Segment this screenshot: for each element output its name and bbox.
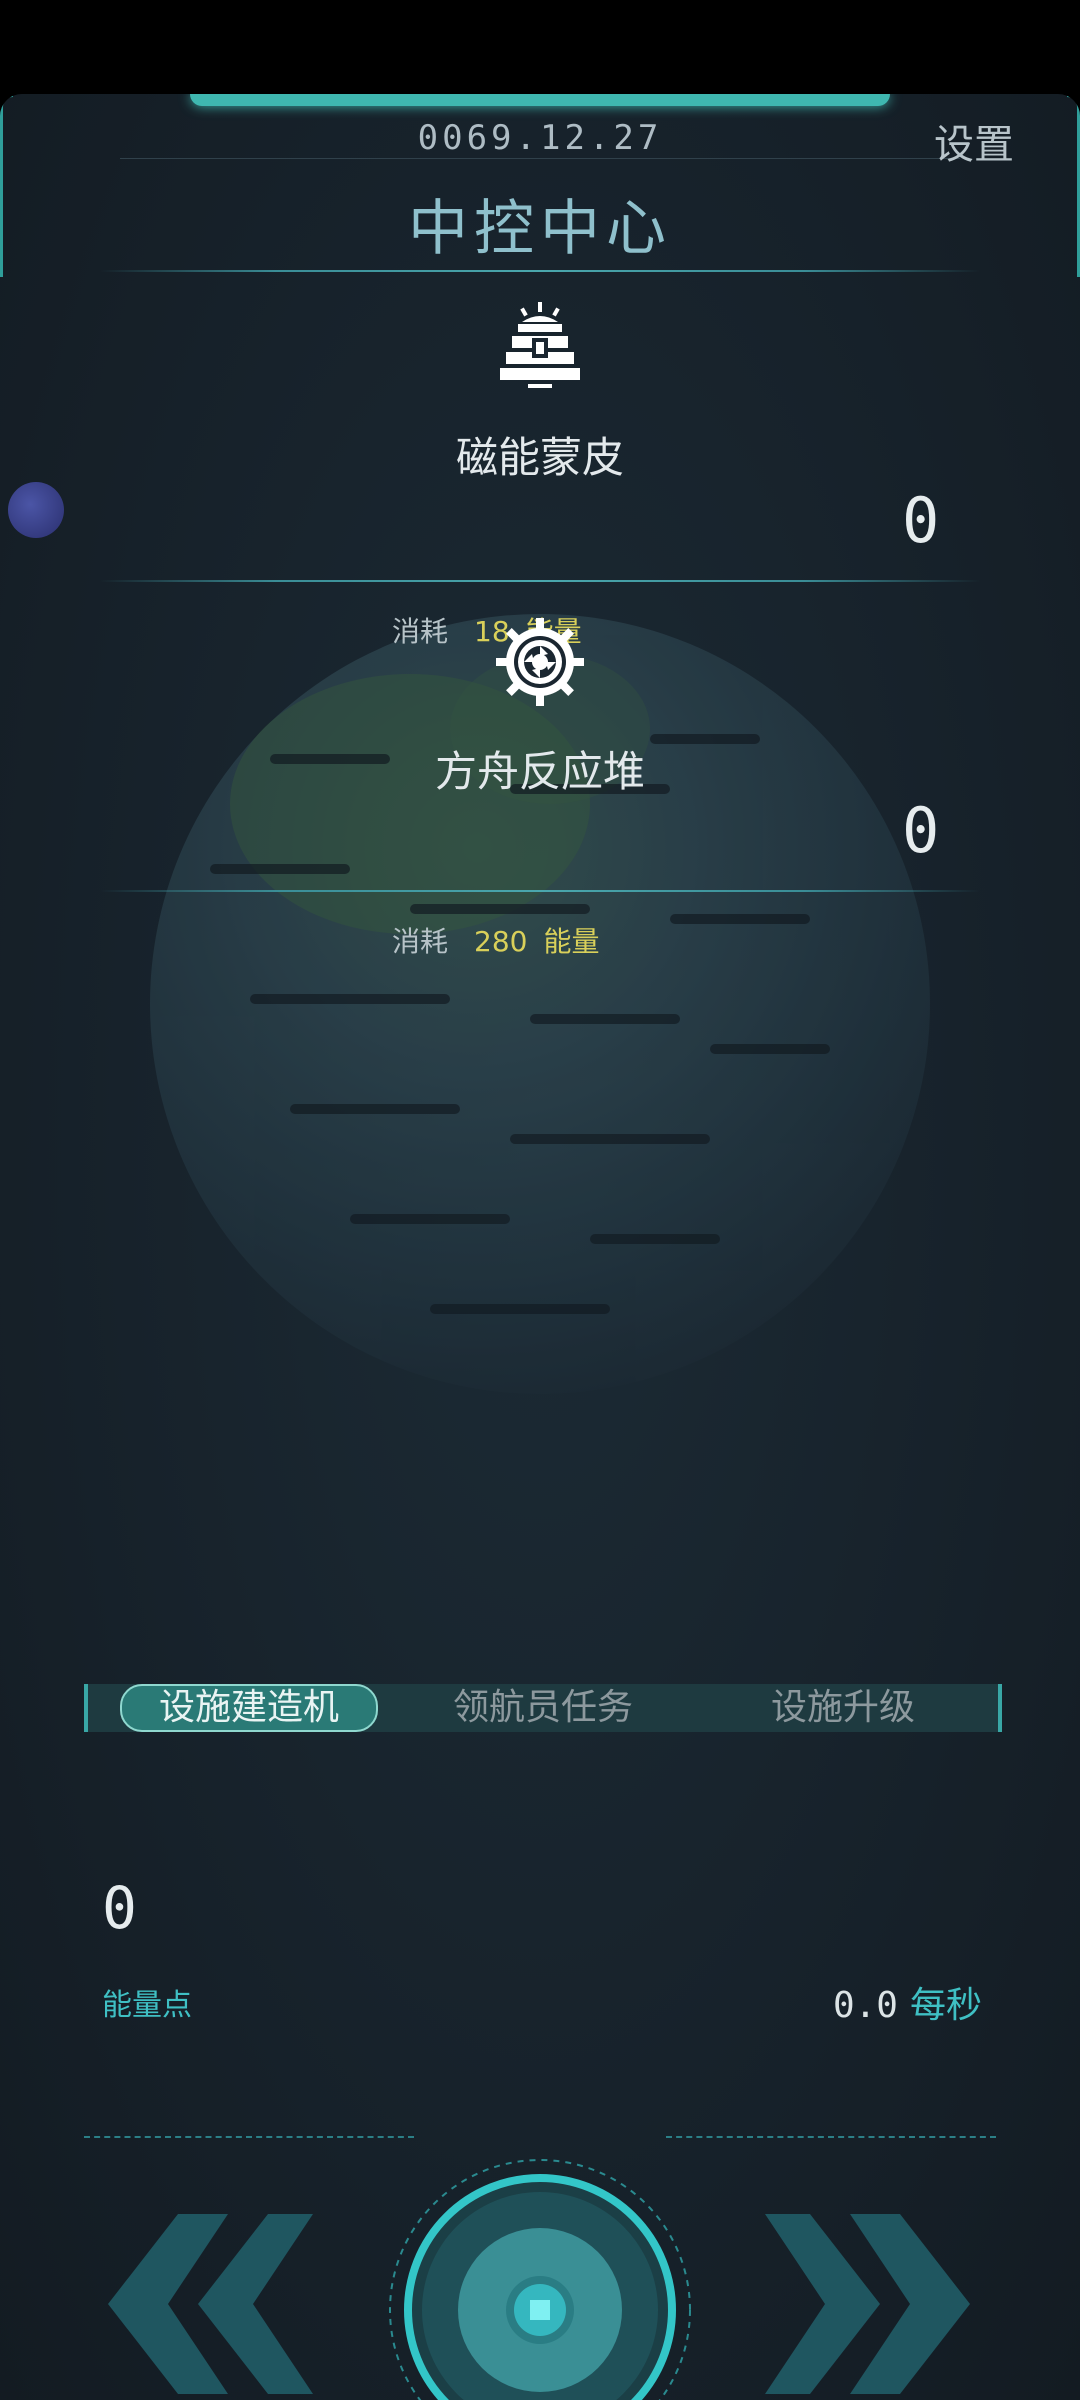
energy-value: 0 bbox=[102, 1874, 137, 1942]
facility-cost: 消耗 280 能量 bbox=[392, 920, 599, 960]
app-root: 0069.12.27 设置 中控中心 磁能蒙皮 消耗 18 0 方舟反应堆 消耗… bbox=[0, 0, 1080, 2400]
page-title: 中控中心 bbox=[408, 194, 672, 264]
tab-bar: 设施建造机 领航员任务 设施升级 bbox=[84, 1684, 1002, 1732]
cost-value: 280 bbox=[474, 925, 528, 958]
rate-unit: 每秒 bbox=[909, 1985, 982, 2026]
title-divider bbox=[100, 270, 980, 272]
gear-reactor-icon bbox=[496, 618, 584, 706]
facility-name: 磁能蒙皮 bbox=[455, 433, 624, 482]
facility-name: 方舟反应堆 bbox=[434, 747, 645, 796]
tab-facility-builder[interactable]: 设施建造机 bbox=[120, 1684, 378, 1732]
facility-count: 0 bbox=[902, 794, 940, 867]
energy-rate: 0.0 每秒 bbox=[833, 1976, 982, 2028]
facility-count: 0 bbox=[902, 484, 940, 557]
previous-arrow-icon[interactable] bbox=[98, 2204, 318, 2400]
bottom-dash-right bbox=[666, 2136, 996, 2138]
cost-unit: 能量 bbox=[543, 925, 600, 958]
settings-button[interactable]: 设置 bbox=[934, 112, 1014, 170]
planet-background bbox=[150, 614, 930, 1394]
bottom-dash-left bbox=[84, 2136, 414, 2138]
game-date: 0069.12.27 bbox=[417, 118, 663, 158]
tab-facility-upgrade[interactable]: 设施升级 bbox=[728, 1684, 958, 1732]
cost-label: 消耗 bbox=[392, 615, 449, 648]
tab-navigator-missions[interactable]: 领航员任务 bbox=[408, 1684, 678, 1732]
facility-divider bbox=[100, 890, 980, 892]
top-glow-bar bbox=[190, 94, 890, 106]
energy-label: 能量点 bbox=[102, 1988, 192, 2023]
game-screen: 0069.12.27 设置 中控中心 磁能蒙皮 消耗 18 0 方舟反应堆 消耗… bbox=[0, 94, 1080, 2400]
facility-divider bbox=[100, 580, 980, 582]
cost-label: 消耗 bbox=[392, 925, 449, 958]
rate-value: 0.0 bbox=[832, 1985, 898, 2026]
solar-panel-icon bbox=[500, 302, 580, 388]
moon-icon bbox=[8, 482, 64, 538]
generate-energy-button[interactable] bbox=[382, 2152, 698, 2400]
date-divider bbox=[120, 158, 960, 159]
next-arrow-icon[interactable] bbox=[760, 2204, 980, 2400]
